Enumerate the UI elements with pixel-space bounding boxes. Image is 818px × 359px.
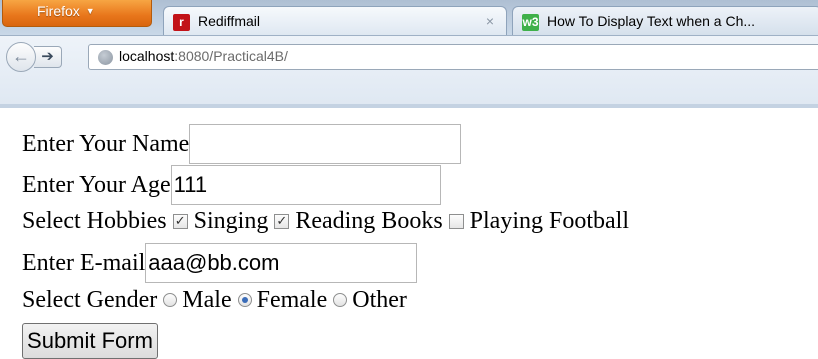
tab-display-text[interactable]: w3 How To Display Text when a Ch...	[512, 6, 818, 35]
name-row: Enter Your Name	[22, 124, 462, 164]
checkbox-reading-books[interactable]: ✓	[274, 213, 290, 229]
globe-icon	[98, 50, 113, 65]
radio-female[interactable]	[237, 293, 252, 307]
tab-strip: Firefox ▼ r Rediffmail × w3 How To Displa…	[0, 0, 818, 35]
age-label: Enter Your Age	[22, 172, 171, 198]
radio-male[interactable]	[163, 293, 178, 307]
submit-form-button[interactable]: Submit Form	[22, 323, 158, 359]
hobby-singing-label: Singing	[193, 208, 269, 234]
chevron-down-icon: ▼	[85, 6, 95, 16]
tab-label: Rediffmail	[198, 13, 260, 29]
address-bar[interactable]: localhost:8080/Practical4B/	[88, 44, 818, 70]
hobbies-label: Select Hobbies	[22, 208, 167, 234]
gender-male-label: Male	[182, 287, 232, 313]
email-label: Enter E-mail	[22, 250, 146, 276]
tab-label: How To Display Text when a Ch...	[547, 13, 756, 29]
arrow-left-icon: ←	[12, 46, 30, 66]
firefox-menu-button[interactable]: Firefox ▼	[2, 0, 152, 27]
checkmark-icon: ✓	[174, 213, 186, 229]
gender-label: Select Gender	[22, 287, 158, 313]
name-label: Enter Your Name	[22, 131, 190, 157]
age-input[interactable]: 111	[170, 165, 441, 205]
page-content: Enter Your Name Enter Your Age 111 Select…	[0, 108, 818, 359]
tab-rediffmail[interactable]: r Rediffmail ×	[163, 6, 507, 35]
close-icon[interactable]: ×	[486, 13, 494, 29]
age-row: Enter Your Age 111	[22, 165, 441, 205]
gender-other-label: Other	[352, 287, 407, 313]
hobby-football-label: Playing Football	[469, 208, 629, 234]
arrow-right-icon: ➔	[41, 49, 54, 65]
checkbox-singing[interactable]: ✓	[172, 213, 188, 229]
radio-other[interactable]	[333, 293, 348, 307]
navigation-bar: ➔ ← localhost:8080/Practical4B/	[0, 35, 818, 105]
checkmark-icon: ✓	[276, 213, 288, 229]
hobbies-row: Select Hobbies ✓ Singing ✓ Reading Books Play…	[22, 205, 629, 239]
name-input[interactable]	[189, 124, 462, 164]
gender-female-label: Female	[256, 287, 328, 313]
url-path: :8080/Practical4B/	[174, 48, 288, 64]
w3-icon: w3	[522, 14, 539, 31]
hobby-reading-label: Reading Books	[295, 208, 443, 234]
rediff-icon: r	[173, 14, 190, 31]
email-input[interactable]: aaa@bb.com	[145, 243, 418, 283]
checkbox-playing-football[interactable]	[448, 213, 464, 229]
back-forward-group: ➔ ←	[6, 42, 92, 72]
back-button[interactable]: ←	[6, 42, 36, 72]
forward-button[interactable]: ➔	[34, 46, 62, 68]
gender-row: Select Gender Male Female Other	[22, 284, 407, 318]
url-host: localhost	[119, 48, 175, 64]
email-row: Enter E-mail aaa@bb.com	[22, 243, 418, 283]
firefox-menu-label: Firefox	[37, 3, 80, 19]
